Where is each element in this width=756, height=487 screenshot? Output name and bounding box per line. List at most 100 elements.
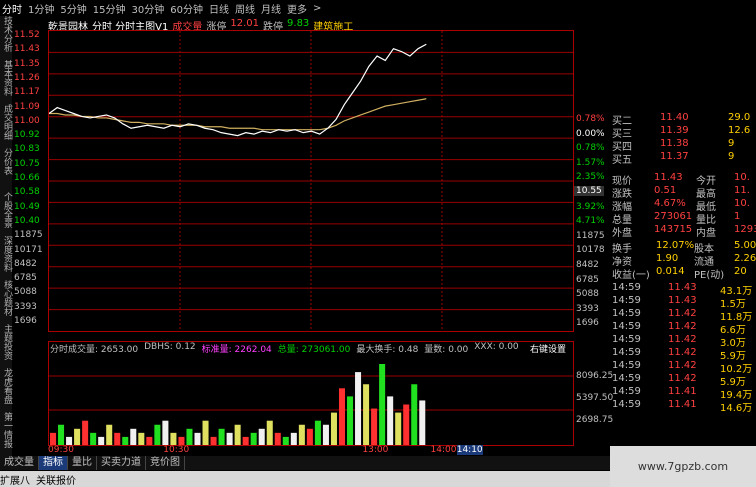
left-tab-6[interactable]: 核心题材 [0, 280, 12, 316]
percent-tick: 11875 [576, 230, 605, 241]
quote2-value2: 2.26 [734, 253, 756, 264]
quote-value2: 11. [734, 185, 750, 196]
trade-price: 11.41 [668, 399, 697, 410]
trade-time: 14:59 [612, 399, 641, 410]
quote-row: 涨幅 4.67% 最低 10. [610, 198, 756, 213]
order-label: 买五 [612, 155, 632, 166]
price-chart-svg [48, 31, 573, 331]
volume-bar [130, 428, 137, 445]
period-tab-3[interactable]: 15分钟 [93, 1, 126, 16]
period-tab-5[interactable]: 60分钟 [170, 1, 203, 16]
volume-bar [266, 420, 273, 445]
percent-tick: 5088 [576, 289, 599, 300]
volume-bar [122, 436, 129, 445]
volume-bar [274, 432, 281, 445]
period-tab-6[interactable]: 日线 [209, 1, 229, 16]
period-tab-1[interactable]: 1分钟 [28, 1, 54, 16]
price-tick: 11.17 [14, 87, 40, 98]
price-tick: 6785 [14, 273, 37, 284]
price-tick: 3393 [14, 301, 37, 312]
trade-price: 11.42 [668, 308, 697, 319]
volume-axis: 8096.25 5397.50 2698.75 [574, 341, 614, 444]
bottom-tab-3[interactable]: 买卖力道 [97, 456, 146, 470]
left-tab-7[interactable]: 主题投资 [0, 324, 12, 360]
order-volume: 9 [728, 151, 735, 162]
volume-bar [226, 432, 233, 445]
quote-value2: 1293 [734, 224, 756, 235]
bottom-tab-2[interactable]: 量比 [68, 456, 97, 470]
period-tab-10[interactable]: > [313, 3, 321, 14]
volume-bar [403, 404, 410, 445]
bottom-tab-4[interactable]: 竞价图 [146, 456, 185, 470]
quote2-value: 0.014 [656, 266, 685, 277]
sector-label: 建筑施工 [313, 22, 354, 33]
left-tab-0[interactable]: 技术分析 [0, 16, 12, 52]
volume-tick: 5397.50 [576, 393, 614, 403]
period-tab-2[interactable]: 5分钟 [60, 1, 86, 16]
status-bar: 扩展八 关联报价 [0, 471, 610, 487]
period-tab-8[interactable]: 月线 [261, 1, 281, 16]
volume-bar [234, 424, 241, 445]
time-label: 14:00 [430, 445, 457, 455]
volume-bar [363, 384, 370, 445]
price-tick: 11.00 [14, 115, 40, 126]
price-chart[interactable] [48, 30, 574, 332]
left-tab-1[interactable]: 基本资料 [0, 60, 12, 96]
trade-time: 14:59 [612, 386, 641, 397]
quote-value: 11.43 [654, 172, 683, 183]
price-tick: 10.83 [14, 144, 40, 155]
quote2-row: 净资 1.90 流通 2.26 [610, 253, 756, 268]
price-tick: 10.66 [14, 173, 40, 183]
volume-bar [258, 428, 265, 445]
left-tab-5[interactable]: 深度资料 [0, 236, 12, 272]
quote-value2: 1 [734, 211, 741, 222]
period-tab-7[interactable]: 周线 [235, 1, 255, 16]
price-line [48, 43, 427, 137]
quote-value2: 10. [734, 172, 750, 183]
order-book-row: 买二 11.40 29.0 [610, 112, 756, 127]
percent-tick: 2.35% [576, 172, 605, 183]
percent-tick: 6785 [576, 274, 599, 285]
price-tick: 11.43 [14, 44, 40, 55]
volume-bar [50, 432, 57, 445]
status-item-1[interactable]: 关联报价 [36, 472, 76, 487]
left-tab-2[interactable]: 成交明细 [0, 104, 12, 140]
trade-row: 14:59 11.42 5.9万 [610, 347, 756, 362]
bottom-tab-0[interactable]: 成交量 [0, 456, 39, 470]
price-tick: 10.58 [14, 187, 40, 198]
left-tab-4[interactable]: 个股全景 [0, 192, 12, 228]
volume-bar [419, 400, 426, 445]
order-price: 11.38 [660, 138, 689, 149]
period-tab-9[interactable]: 更多 [287, 1, 307, 16]
percent-tick: 8482 [576, 260, 599, 270]
down-limit-value: 9.83 [287, 18, 310, 29]
quote2-row: 收益(一) 0.014 PE(动) 20 [610, 266, 756, 281]
volume-chart[interactable] [48, 341, 574, 446]
price-tick: 11.35 [14, 58, 40, 69]
volume-bar [90, 432, 97, 445]
status-item-0[interactable]: 扩展八 [0, 472, 30, 487]
quote-row: 外盘 143715内盘 1293 [610, 224, 756, 239]
quote2-value: 1.90 [656, 253, 679, 264]
trade-row: 14:59 11.42 10.2万 [610, 360, 756, 375]
quote-value: 273061 [654, 211, 693, 222]
volume-bar [114, 432, 121, 445]
left-tab-8[interactable]: 龙虎看盘 [0, 368, 12, 404]
percent-tick: 0.78% [576, 143, 605, 154]
trade-time: 14:59 [612, 334, 641, 345]
volume-bar [250, 432, 257, 445]
order-price: 11.37 [660, 151, 689, 162]
period-tab-4[interactable]: 30分钟 [131, 1, 164, 16]
price-tick: 10.49 [14, 201, 40, 212]
period-tab-0[interactable]: 分时 [2, 1, 22, 16]
left-tab-3[interactable]: 分价表 [0, 148, 12, 175]
percent-tick: 4.71% [576, 216, 605, 227]
bottom-tab-1[interactable]: 指标 [39, 456, 68, 470]
time-label: 09:30 [48, 445, 74, 455]
order-price: 11.40 [660, 112, 689, 123]
time-label: 13:00 [362, 445, 389, 455]
left-tab-9[interactable]: 第一情报 [0, 412, 12, 448]
quote-value: 0.51 [654, 185, 677, 196]
down-limit-label: 跌停 [263, 22, 284, 33]
price-tick: 10.40 [14, 215, 40, 226]
